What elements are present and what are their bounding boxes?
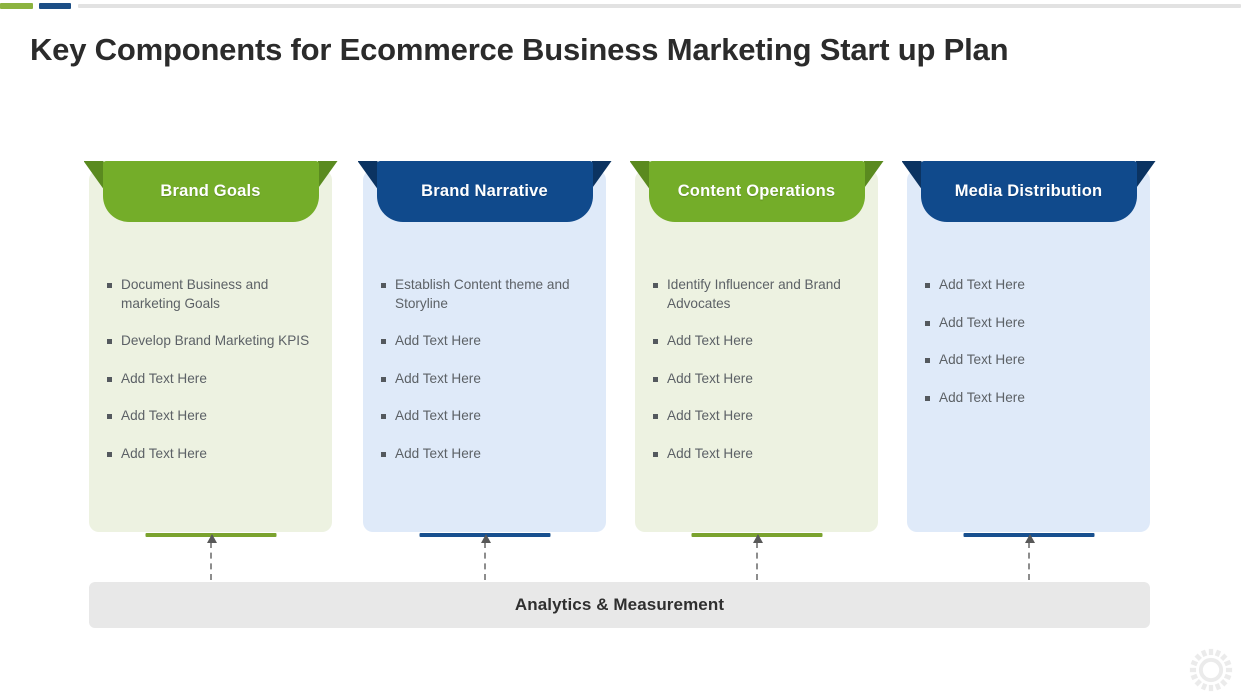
card-bullet-list: Add Text Here Add Text Here Add Text Her… [916,276,1138,426]
list-item: Add Text Here [916,276,1138,295]
arrow-head-icon [207,534,217,543]
card-media-distribution[interactable]: Media Distribution Add Text Here Add Tex… [901,161,1156,537]
ribbon-tail-left [629,161,650,189]
card-header-label: Brand Goals [160,182,261,200]
ribbon-tail-left [83,161,104,189]
list-item: Add Text Here [372,445,594,464]
ribbon-tail-right [591,161,612,189]
analytics-measurement-bar[interactable]: Analytics & Measurement [89,582,1150,628]
card-header-ribbon: Brand Narrative [357,161,612,222]
card-brand-narrative[interactable]: Brand Narrative Establish Content theme … [357,161,612,537]
connector-arrow-up-1 [207,534,217,580]
gear-icon [1189,648,1233,692]
list-item: Add Text Here [916,389,1138,408]
analytics-measurement-label: Analytics & Measurement [514,595,725,614]
connector-arrow-up-3 [753,534,763,580]
list-item: Add Text Here [916,351,1138,370]
list-item: Add Text Here [98,407,320,426]
list-item: Add Text Here [98,370,320,389]
card-brand-goals[interactable]: Brand Goals Document Business and market… [83,161,338,537]
arrow-head-icon [481,534,491,543]
card-bullet-list: Identify Influencer and Brand Advocates … [644,276,866,482]
list-item: Add Text Here [644,445,866,464]
ribbon-tail-left [357,161,378,189]
list-item: Add Text Here [372,407,594,426]
ribbon-tail-right [317,161,338,189]
page-title: Key Components for Ecommerce Business Ma… [30,32,1009,67]
ribbon-body: Media Distribution [920,161,1137,222]
list-item: Add Text Here [644,332,866,351]
list-item: Add Text Here [372,370,594,389]
list-item: Add Text Here [98,445,320,464]
ribbon-body: Brand Narrative [376,161,593,222]
card-header-label: Media Distribution [954,182,1103,200]
ribbon-tail-right [1135,161,1156,189]
connector-arrow-up-4 [1025,534,1035,580]
card-bullet-list: Establish Content theme and Storyline Ad… [372,276,594,482]
card-content-operations[interactable]: Content Operations Identify Influencer a… [629,161,884,537]
list-item: Add Text Here [644,407,866,426]
connector-arrow-up-2 [481,534,491,580]
card-header-label: Content Operations [677,182,836,200]
list-item: Add Text Here [372,332,594,351]
card-group: Brand Goals Document Business and market… [0,161,1241,550]
card-header-ribbon: Brand Goals [83,161,338,222]
ribbon-body: Brand Goals [102,161,319,222]
list-item: Develop Brand Marketing KPIS [98,332,320,351]
list-item: Add Text Here [916,314,1138,333]
top-accent-segment-grey [78,4,1241,8]
arrow-head-icon [753,534,763,543]
ribbon-tail-left [901,161,922,189]
list-item: Document Business and marketing Goals [98,276,320,313]
arrow-head-icon [1025,534,1035,543]
list-item: Add Text Here [644,370,866,389]
top-accent-segment-blue [39,3,71,9]
top-accent-bar [0,3,1241,9]
card-bullet-list: Document Business and marketing Goals De… [98,276,320,482]
card-header-ribbon: Media Distribution [901,161,1156,222]
ribbon-tail-right [863,161,884,189]
ribbon-body: Content Operations [648,161,865,222]
list-item: Identify Influencer and Brand Advocates [644,276,866,313]
list-item: Establish Content theme and Storyline [372,276,594,313]
card-header-label: Brand Narrative [421,182,548,200]
top-accent-segment-green [0,3,33,9]
card-header-ribbon: Content Operations [629,161,884,222]
